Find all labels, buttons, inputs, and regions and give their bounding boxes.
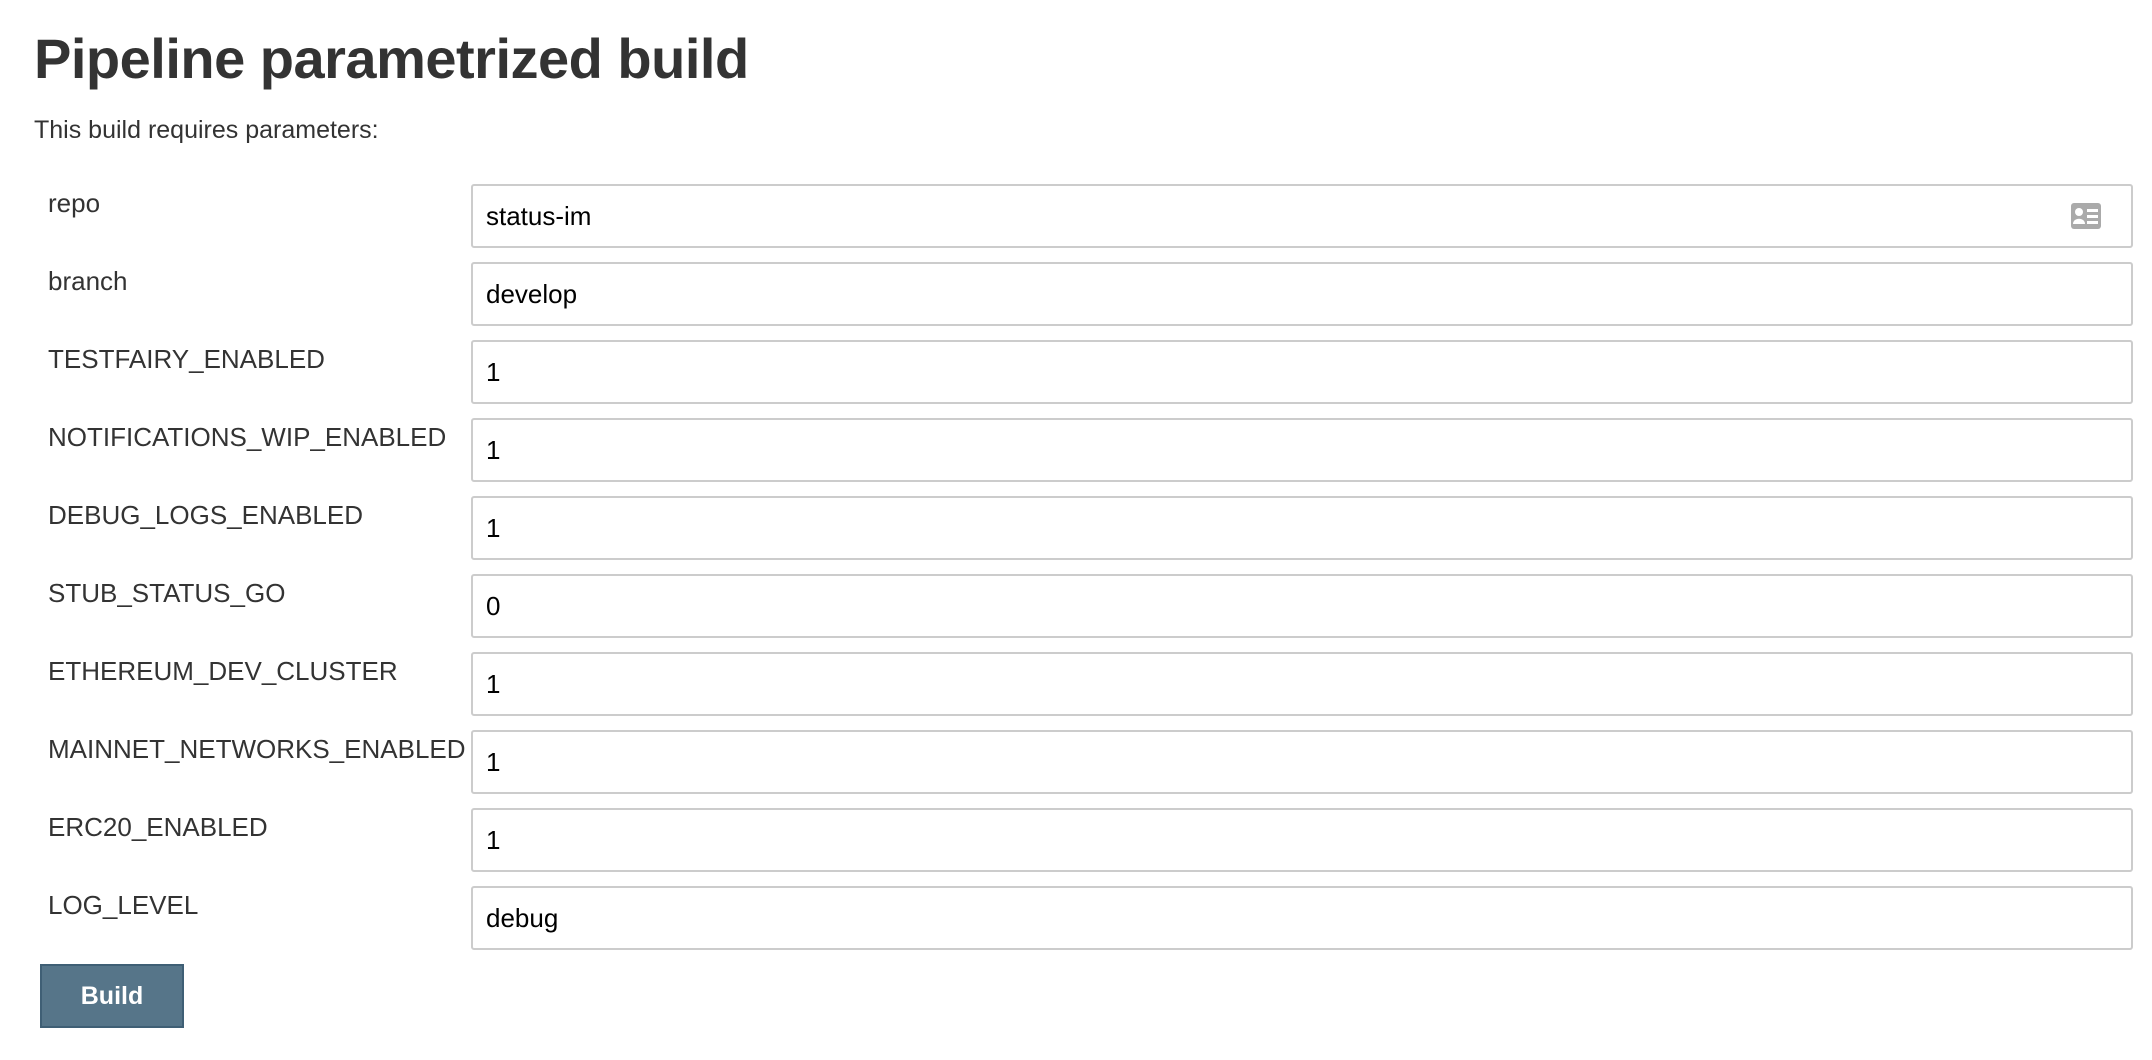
param-label: STUB_STATUS_GO (48, 578, 286, 608)
param-row-testfairy-enabled: TESTFAIRY_ENABLED (0, 340, 2152, 418)
param-row-repo: repo (0, 184, 2152, 262)
param-row-log-level: LOG_LEVEL (0, 886, 2152, 964)
page-title: Pipeline parametrized build (34, 27, 749, 90)
erc20-enabled-input[interactable] (471, 808, 2133, 872)
page-subtitle: This build requires parameters: (34, 116, 379, 144)
build-button[interactable]: Build (40, 964, 184, 1028)
param-label: LOG_LEVEL (48, 890, 199, 920)
param-label: ERC20_ENABLED (48, 812, 268, 842)
debug-logs-enabled-input[interactable] (471, 496, 2133, 560)
param-row-branch: branch (0, 262, 2152, 340)
param-row-stub-status-go: STUB_STATUS_GO (0, 574, 2152, 652)
ethereum-dev-cluster-input[interactable] (471, 652, 2133, 716)
param-label: DEBUG_LOGS_ENABLED (48, 500, 364, 530)
mainnet-networks-enabled-input[interactable] (471, 730, 2133, 794)
param-label: ETHEREUM_DEV_CLUSTER (48, 656, 398, 686)
notifications-wip-enabled-input[interactable] (471, 418, 2133, 482)
param-row-mainnet-networks-enabled: MAINNET_NETWORKS_ENABLED (0, 730, 2152, 808)
param-row-ethereum-dev-cluster: ETHEREUM_DEV_CLUSTER (0, 652, 2152, 730)
param-label: NOTIFICATIONS_WIP_ENABLED (48, 422, 447, 452)
param-row-erc20-enabled: ERC20_ENABLED (0, 808, 2152, 886)
param-row-debug-logs-enabled: DEBUG_LOGS_ENABLED (0, 496, 2152, 574)
repo-input[interactable] (471, 184, 2133, 248)
log-level-input[interactable] (471, 886, 2133, 950)
stub-status-go-input[interactable] (471, 574, 2133, 638)
param-row-notifications-wip-enabled: NOTIFICATIONS_WIP_ENABLED (0, 418, 2152, 496)
param-label: TESTFAIRY_ENABLED (48, 344, 325, 374)
param-label: MAINNET_NETWORKS_ENABLED (48, 734, 466, 764)
parameters-form: repo branch TESTFAIRY_ENABLED NOTIFICATI… (0, 184, 2152, 964)
testfairy-enabled-input[interactable] (471, 340, 2133, 404)
param-label: branch (48, 266, 128, 296)
build-parameters-page: Pipeline parametrized build This build r… (0, 0, 2152, 1060)
branch-input[interactable] (471, 262, 2133, 326)
param-label: repo (48, 188, 101, 218)
